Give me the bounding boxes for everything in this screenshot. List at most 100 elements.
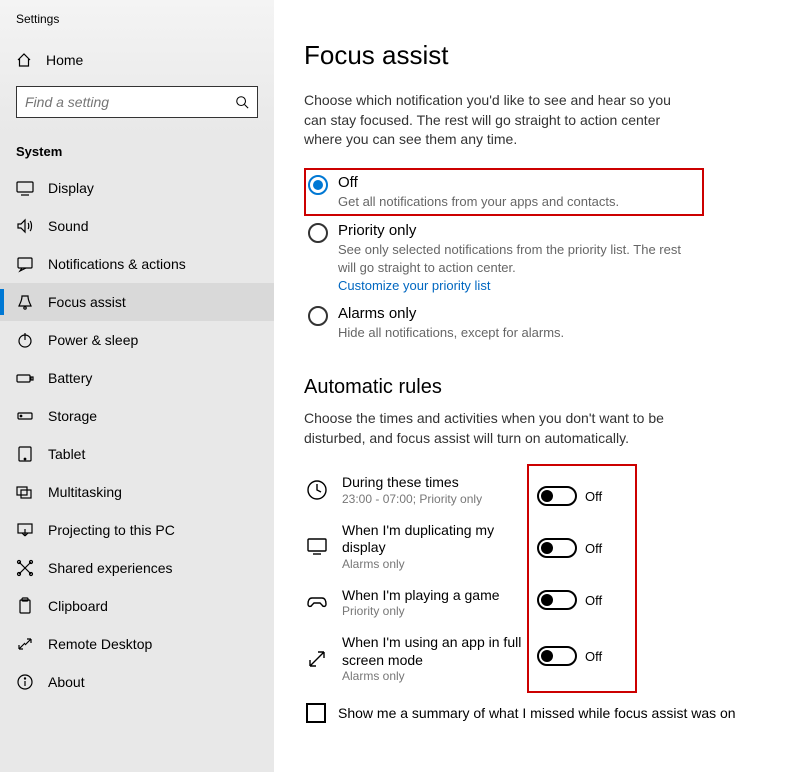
- radio-button-icon: [308, 223, 328, 243]
- toggle-during-times[interactable]: Off: [537, 486, 627, 506]
- toggle-state: Off: [585, 541, 602, 556]
- rule-title: When I'm duplicating my display: [342, 522, 527, 557]
- rule-during-times[interactable]: During these times 23:00 - 07:00; Priori…: [304, 466, 529, 514]
- sidebar-item-label: Clipboard: [48, 598, 108, 614]
- remote-icon: [16, 635, 34, 653]
- rule-sub: Alarms only: [342, 557, 527, 571]
- sidebar-item-display[interactable]: Display: [0, 169, 274, 207]
- sidebar-item-label: Display: [48, 180, 94, 196]
- multitasking-icon: [16, 483, 34, 501]
- sidebar-item-label: Focus assist: [48, 294, 126, 310]
- sidebar-item-label: Multitasking: [48, 484, 122, 500]
- clipboard-icon: [16, 597, 34, 615]
- home-label: Home: [46, 52, 83, 68]
- automatic-rules-desc: Choose the times and activities when you…: [304, 409, 694, 448]
- summary-checkbox-row[interactable]: Show me a summary of what I missed while…: [304, 691, 770, 735]
- rules-list: During these times 23:00 - 07:00; Priori…: [304, 466, 529, 691]
- sidebar-item-label: Power & sleep: [48, 332, 138, 348]
- app-title: Settings: [16, 12, 258, 26]
- toggle-switch-icon: [537, 646, 577, 666]
- radio-button-icon: [308, 175, 328, 195]
- radio-off-label: Off: [338, 174, 700, 191]
- nav: Display Sound Notifications & actions Fo…: [0, 169, 274, 772]
- summary-checkbox-label: Show me a summary of what I missed while…: [338, 705, 736, 721]
- rule-title: During these times: [342, 474, 527, 492]
- sidebar-item-about[interactable]: About: [0, 663, 274, 701]
- sidebar-item-label: Projecting to this PC: [48, 522, 175, 538]
- sound-icon: [16, 217, 34, 235]
- rule-sub: Alarms only: [342, 669, 527, 683]
- fullscreen-icon: [306, 648, 328, 670]
- sidebar: Settings Home System Display Sound Notif…: [0, 0, 274, 772]
- sidebar-item-clipboard[interactable]: Clipboard: [0, 587, 274, 625]
- section-header: System: [0, 136, 274, 169]
- storage-icon: [16, 407, 34, 425]
- toggle-row: Off: [535, 470, 629, 522]
- sidebar-item-label: Shared experiences: [48, 560, 173, 576]
- main-content: Focus assist Choose which notification y…: [274, 0, 800, 772]
- sidebar-item-projecting[interactable]: Projecting to this PC: [0, 511, 274, 549]
- sidebar-item-label: About: [48, 674, 85, 690]
- tablet-icon: [16, 445, 34, 463]
- radio-priority-desc: See only selected notifications from the…: [338, 241, 700, 276]
- sidebar-header: Settings Home: [0, 0, 274, 136]
- rule-fullscreen-app[interactable]: When I'm using an app in full screen mod…: [304, 626, 529, 691]
- sidebar-item-notifications[interactable]: Notifications & actions: [0, 245, 274, 283]
- search-field[interactable]: [16, 86, 258, 118]
- toggle-row: Off: [535, 626, 629, 686]
- radio-alarms-only[interactable]: Alarms only Hide all notifications, exce…: [304, 299, 704, 348]
- rule-title: When I'm using an app in full screen mod…: [342, 634, 527, 669]
- sidebar-item-tablet[interactable]: Tablet: [0, 435, 274, 473]
- toggle-playing-game[interactable]: Off: [537, 590, 627, 610]
- rule-sub: 23:00 - 07:00; Priority only: [342, 492, 527, 506]
- sidebar-item-label: Notifications & actions: [48, 256, 186, 272]
- projecting-icon: [16, 521, 34, 539]
- rule-playing-game[interactable]: When I'm playing a game Priority only: [304, 579, 529, 627]
- rule-duplicating-display[interactable]: When I'm duplicating my display Alarms o…: [304, 514, 529, 579]
- home-icon: [16, 52, 32, 68]
- sidebar-item-label: Storage: [48, 408, 97, 424]
- search-input[interactable]: [25, 94, 235, 110]
- checkbox-icon: [306, 703, 326, 723]
- clock-icon: [306, 479, 328, 501]
- rule-sub: Priority only: [342, 604, 527, 618]
- radio-priority-only[interactable]: Priority only See only selected notifica…: [304, 216, 704, 299]
- radio-alarms-label: Alarms only: [338, 305, 700, 322]
- sidebar-item-battery[interactable]: Battery: [0, 359, 274, 397]
- toggle-switch-icon: [537, 590, 577, 610]
- display-icon: [16, 179, 34, 197]
- shared-icon: [16, 559, 34, 577]
- sidebar-item-power-sleep[interactable]: Power & sleep: [0, 321, 274, 359]
- sidebar-item-shared-experiences[interactable]: Shared experiences: [0, 549, 274, 587]
- display-icon: [306, 535, 328, 557]
- radio-priority-label: Priority only: [338, 222, 700, 239]
- customize-priority-link[interactable]: Customize your priority list: [338, 278, 700, 293]
- toggle-row: Off: [535, 522, 629, 574]
- sidebar-item-label: Battery: [48, 370, 92, 386]
- toggle-state: Off: [585, 593, 602, 608]
- sidebar-item-multitasking[interactable]: Multitasking: [0, 473, 274, 511]
- radio-off[interactable]: Off Get all notifications from your apps…: [304, 168, 704, 217]
- sidebar-item-storage[interactable]: Storage: [0, 397, 274, 435]
- search-icon: [235, 95, 249, 109]
- page-title: Focus assist: [304, 40, 770, 71]
- notifications-icon: [16, 255, 34, 273]
- sidebar-item-focus-assist[interactable]: Focus assist: [0, 283, 274, 321]
- rules-toggles-highlight: Off Off Off Off: [529, 466, 635, 691]
- focus-assist-icon: [16, 293, 34, 311]
- power-icon: [16, 331, 34, 349]
- toggle-fullscreen-app[interactable]: Off: [537, 646, 627, 666]
- toggle-switch-icon: [537, 486, 577, 506]
- sidebar-item-label: Tablet: [48, 446, 85, 462]
- automatic-rules-header: Automatic rules: [304, 376, 770, 399]
- home-button[interactable]: Home: [16, 46, 258, 74]
- rule-title: When I'm playing a game: [342, 587, 527, 605]
- page-description: Choose which notification you'd like to …: [304, 91, 694, 150]
- sidebar-item-remote-desktop[interactable]: Remote Desktop: [0, 625, 274, 663]
- toggle-duplicating-display[interactable]: Off: [537, 538, 627, 558]
- radio-off-desc: Get all notifications from your apps and…: [338, 193, 700, 211]
- radio-button-icon: [308, 306, 328, 326]
- sidebar-item-sound[interactable]: Sound: [0, 207, 274, 245]
- focus-mode-radio-group: Off Get all notifications from your apps…: [304, 168, 770, 348]
- toggle-switch-icon: [537, 538, 577, 558]
